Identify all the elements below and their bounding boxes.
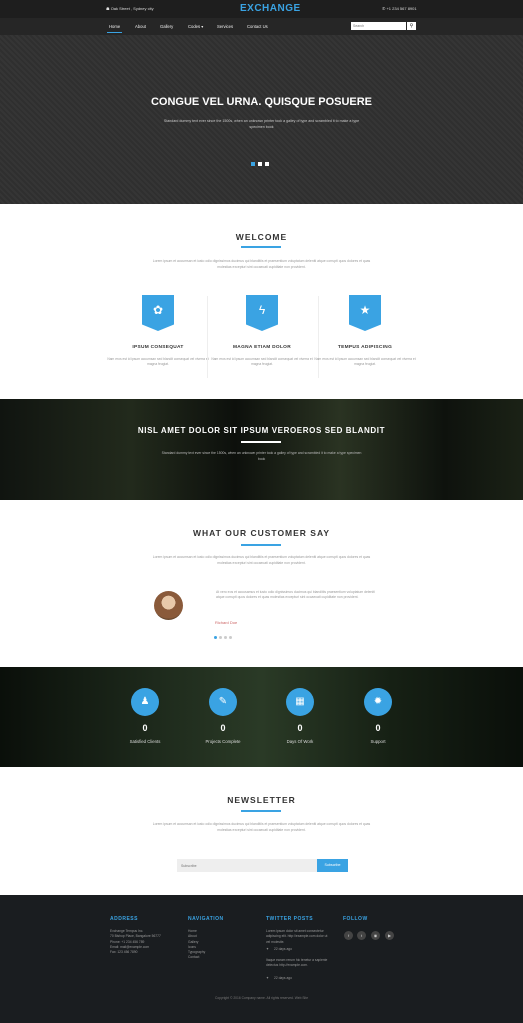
title-underline: [241, 441, 281, 443]
stat-value: 0: [297, 723, 303, 733]
footer-link-contact[interactable]: Contact: [188, 955, 205, 960]
carousel-dot-3[interactable]: [224, 636, 227, 639]
feature-title-3: TEMPUS ADIPISCING: [337, 345, 393, 350]
twitter-icon: ✦: [266, 976, 269, 980]
feature-title-2: MAGNA ETIAM DOLOR: [233, 345, 291, 350]
user-icon: ♟: [131, 688, 159, 716]
hero-title: CONGUE VEL URNA. QUISQUE POSUERE: [150, 96, 373, 108]
newsletter-title: NEWSLETTER: [227, 795, 296, 805]
star-icon: ★: [349, 295, 381, 331]
address-line: Fax: 123 456 7890: [110, 950, 138, 955]
tweet-time: 22 days ago: [274, 947, 292, 951]
carousel-dot-4[interactable]: [229, 636, 232, 639]
main-nav: Home About Gallery Codes ▾ Services Cont…: [0, 18, 523, 35]
banner-title: NISL AMET DOLOR SIT IPSUM VEROEROS SED B…: [137, 426, 386, 435]
copyright-text: Copyright © 2016 Company name. All right…: [214, 996, 309, 1000]
footer-nav-title: NAVIGATION: [188, 916, 224, 922]
youtube-icon[interactable]: ▶: [385, 931, 394, 940]
search-icon[interactable]: ⚲: [407, 22, 416, 30]
footer-follow-title: FOLLOW: [343, 916, 368, 922]
facebook-icon[interactable]: f: [344, 931, 353, 940]
welcome-intro: Lorem ipsum et accumsan et iusto odio di…: [152, 259, 371, 269]
site-logo[interactable]: EXCHANGE: [240, 3, 301, 14]
feature-text-1: Nam eros est id ipsum accumsan sed bland…: [107, 357, 209, 366]
stat-value: 0: [375, 723, 381, 733]
top-bar: ☗ Oak Street , Sydney city EXCHANGE ✆ +1…: [0, 0, 523, 18]
nav-item-services[interactable]: Services: [217, 24, 233, 29]
subscribe-button[interactable]: Subscribe: [317, 859, 348, 872]
stat-label: Days Of Work: [286, 739, 314, 744]
document-icon: ✎: [209, 688, 237, 716]
welcome-title: WELCOME: [235, 232, 288, 242]
feature-title-1: IPSUM CONSEQUAT: [132, 345, 184, 350]
stat-label: Projects Complete: [205, 739, 241, 744]
footer-address-title: ADDRESS: [110, 916, 138, 922]
title-underline: [241, 544, 281, 546]
feature-text-2: Nam eros est id ipsum accumsan sed bland…: [211, 357, 313, 366]
testimonials-intro: Lorem ipsum et accumsan et iusto odio di…: [152, 555, 371, 565]
nav-item-about[interactable]: About: [135, 24, 146, 29]
carousel-dot-1[interactable]: [214, 636, 217, 639]
title-underline: [241, 810, 281, 812]
banner-subtitle: Standard dummy text ever since the 1500s…: [161, 451, 362, 461]
carousel-dot-2[interactable]: [219, 636, 222, 639]
search-input[interactable]: [351, 22, 406, 30]
testimonials-title: WHAT OUR CUSTOMER SAY: [192, 528, 331, 538]
newsletter-intro: Lorem ipsum et accumsan et iusto odio di…: [152, 822, 371, 832]
lightning-icon: ϟ: [246, 295, 278, 331]
avatar: [154, 591, 183, 620]
phone-text: ✆ +1 234 567 8901: [382, 6, 417, 11]
nav-item-codes[interactable]: Codes ▾: [188, 24, 203, 29]
stat-value: 0: [142, 723, 148, 733]
rss-icon[interactable]: ◉: [371, 931, 380, 940]
address-text: ☗ Oak Street , Sydney city: [106, 6, 154, 11]
nav-item-contact[interactable]: Contact Us: [247, 24, 268, 29]
newsletter-email-input[interactable]: [177, 859, 317, 872]
footer-address: Exchange Tempus Inc. 70 Bishop Place, Ba…: [110, 929, 180, 955]
testimonial-quote: At vero eos et accusamus et iusto odio d…: [216, 590, 375, 599]
stat-label: Support: [370, 739, 386, 744]
twitter-icon[interactable]: t: [357, 931, 366, 940]
stats-banner: ♟ 0 Satisfied Clients ✎ 0 Projects Compl…: [0, 667, 523, 767]
tweet-text: Lorem ipsum dolor sit amet consectetur a…: [266, 929, 328, 944]
slider-dot-2[interactable]: [258, 162, 262, 166]
support-icon: ✹: [364, 688, 392, 716]
twitter-icon: ✦: [266, 947, 269, 951]
gear-icon: ✿: [142, 295, 174, 331]
nav-item-home[interactable]: Home: [106, 24, 123, 33]
calendar-icon: ▦: [286, 688, 314, 716]
parallax-banner: NISL AMET DOLOR SIT IPSUM VEROEROS SED B…: [0, 399, 523, 500]
testimonial-author: Richard Doe: [215, 620, 238, 625]
footer-twitter-title: TWITTER POSTS: [266, 916, 314, 922]
title-underline: [241, 246, 281, 248]
feature-text-3: Nam eros est id ipsum accumsan sed bland…: [314, 357, 416, 366]
tweet-time: 22 days ago: [274, 976, 292, 980]
hero-slider: CONGUE VEL URNA. QUISQUE POSUERE Standar…: [0, 35, 523, 204]
slider-dot-3[interactable]: [265, 162, 269, 166]
stat-label: Satisfied Clients: [129, 739, 161, 744]
nav-item-gallery[interactable]: Gallery: [160, 24, 173, 29]
footer: ADDRESS Exchange Tempus Inc. 70 Bishop P…: [0, 895, 523, 1023]
stat-value: 0: [220, 723, 226, 733]
footer-nav: Home About Gallery Icons Typography Cont…: [188, 929, 205, 961]
slider-dot-1[interactable]: [251, 162, 255, 166]
hero-subtitle: Standard dummy text ever since the 1500s…: [163, 119, 360, 129]
tweet-text: Itaque earum rerum hic tenetur a sapient…: [266, 958, 328, 968]
